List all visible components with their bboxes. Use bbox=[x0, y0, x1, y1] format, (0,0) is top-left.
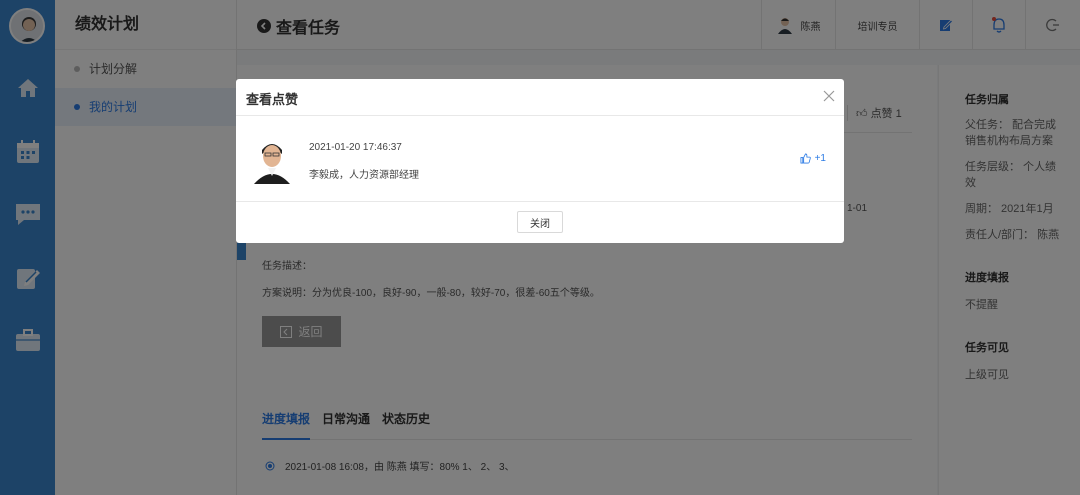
modal-overlay[interactable] bbox=[0, 0, 1080, 495]
like-entry: 2021-01-20 17:46:37 李毅成，人力资源部经理 +1 bbox=[236, 116, 844, 202]
modal-header: 查看点赞 bbox=[236, 79, 844, 116]
like-plus-label: +1 bbox=[814, 153, 826, 164]
likes-modal: 查看点赞 2021-01-20 17:46:37 李毅成，人力资源部经理 +1 … bbox=[236, 79, 844, 243]
thumb-up-icon bbox=[800, 153, 811, 164]
close-icon[interactable] bbox=[823, 90, 835, 102]
like-person: 李毅成，人力资源部经理 bbox=[309, 170, 419, 181]
modal-title: 查看点赞 bbox=[246, 92, 299, 107]
modal-footer: 关闭 bbox=[236, 202, 844, 242]
liker-photo bbox=[254, 136, 290, 184]
like-time: 2021-01-20 17:46:37 bbox=[309, 142, 402, 153]
like-plus-one[interactable]: +1 bbox=[800, 153, 826, 164]
close-button[interactable]: 关闭 bbox=[517, 211, 563, 233]
